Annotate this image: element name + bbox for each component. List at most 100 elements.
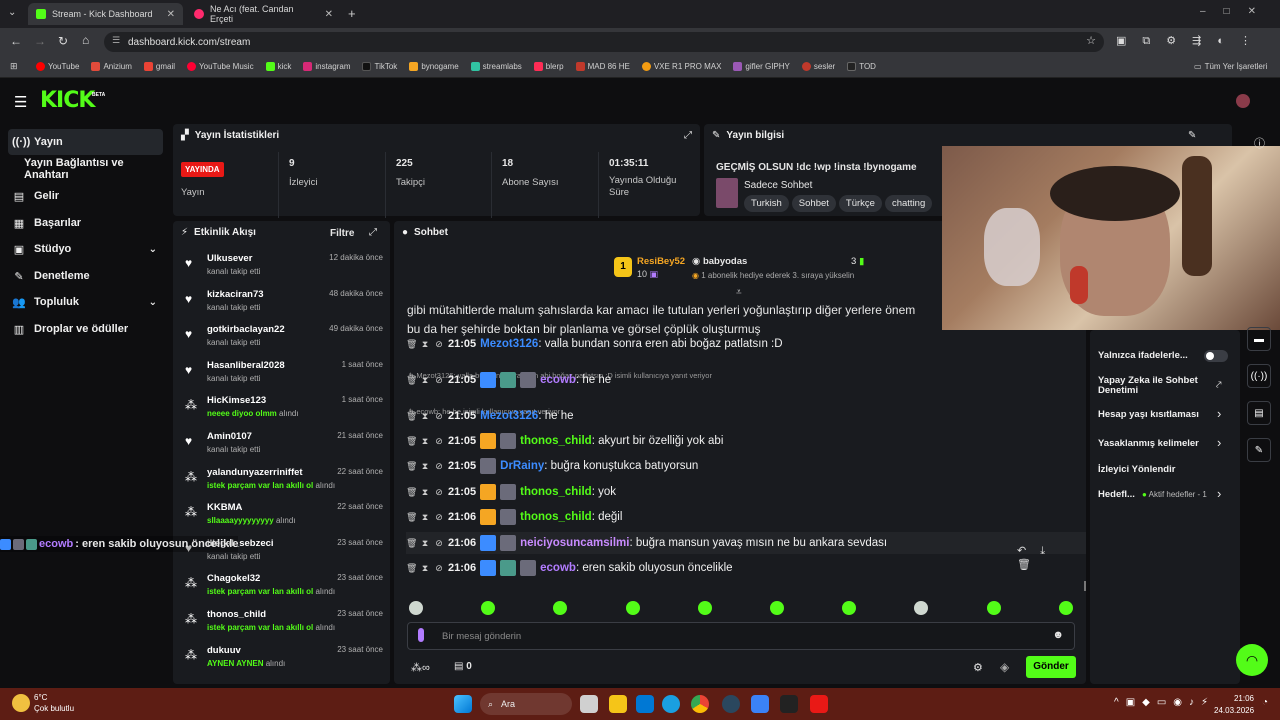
bookmark-tod[interactable]: TOD xyxy=(847,62,876,71)
new-tab-icon[interactable]: + xyxy=(348,6,356,21)
all-bookmarks[interactable]: ▭ Tüm Yer İşaretleri xyxy=(1194,62,1267,71)
message-user[interactable]: thonos_child xyxy=(520,435,592,447)
ban-icon[interactable]: ⊘ xyxy=(434,538,444,549)
reload-icon[interactable]: ↻ xyxy=(58,34,68,48)
delete-icon[interactable]: 🗑 xyxy=(406,436,417,447)
kick-logo[interactable]: KICK xyxy=(40,88,95,113)
emote-icon[interactable] xyxy=(625,601,640,615)
close-icon[interactable]: ✕ xyxy=(167,9,175,20)
message-user[interactable]: neiciyosuncamsilmi xyxy=(520,537,629,549)
ban-icon[interactable]: ⊘ xyxy=(434,512,444,523)
setting-emote-only[interactable]: Yalnızca ifadelerle... xyxy=(1098,350,1188,361)
sidebar-item-topluluk[interactable]: 👥 Topluluk ⌄ xyxy=(8,289,163,315)
clock[interactable]: 21:06 24.03.2026 xyxy=(1214,694,1254,715)
activity-item[interactable]: ⁂ dukuuv AYNEN AYNEN alındı 23 saat önce xyxy=(181,643,383,679)
timeout-icon[interactable]: ⧗ xyxy=(420,461,430,472)
bookmark-sesler[interactable]: sesler xyxy=(801,62,835,71)
chevron-right-icon[interactable]: › xyxy=(1217,406,1221,421)
sidebar-item-denetleme[interactable]: ✎ Denetleme xyxy=(8,263,163,289)
bookmark-mad86[interactable]: MAD 86 HE xyxy=(575,62,630,71)
epic-games-icon[interactable] xyxy=(780,695,798,713)
delete-icon[interactable]: 🗑 xyxy=(406,538,417,549)
setting-raid[interactable]: İzleyici Yönlendir xyxy=(1098,464,1175,475)
obs-record-icon[interactable] xyxy=(810,695,828,713)
delete-icon[interactable]: 🗑 xyxy=(406,411,417,422)
sidebar-item-yayin[interactable]: ((·)) Yayın xyxy=(8,129,163,155)
message-user[interactable]: thonos_child xyxy=(520,486,592,498)
gear-icon[interactable]: ⚙ xyxy=(973,661,983,674)
info-icon[interactable]: ⓘ xyxy=(1254,135,1265,151)
message-user[interactable]: Mezot3126 xyxy=(480,410,538,422)
chat-message[interactable]: 🗑 ⧗ ⊘ 21:06 thonos_child: değil xyxy=(406,506,1086,528)
system-tray-icons[interactable]: ^▣◆▭◉♪⚡ xyxy=(1114,697,1215,708)
setting-ai-moderation[interactable]: Yapay Zeka ile Sohbet Denetimi xyxy=(1098,376,1208,396)
chat-input[interactable]: Bir mesaj gönderin ☻ xyxy=(407,622,1075,650)
points-display[interactable]: ▤ 0 xyxy=(454,661,472,672)
timeout-icon[interactable]: ⧗ xyxy=(420,538,430,549)
window-controls-icon[interactable]: –□✕ xyxy=(1200,6,1274,17)
chat-message[interactable]: 🗑 ⧗ ⊘ 21:06 neiciyosuncamsilmi: buğra mansun… xyxy=(406,532,1086,554)
microphone-icon[interactable] xyxy=(418,628,424,642)
chat-message[interactable]: 🗑 ⧗ ⊘ 21:05 thonos_child: yok xyxy=(406,481,1086,503)
expand-icon[interactable]: ⤢ xyxy=(684,130,692,141)
activity-item[interactable]: ♥ Hasanliberal2028 kanalı takip etti 1 saat… xyxy=(181,358,383,394)
support-chat-button[interactable]: ◠ xyxy=(1236,644,1268,676)
edge-icon[interactable] xyxy=(662,695,680,713)
bookmark-bynogame[interactable]: bynogame xyxy=(409,62,459,71)
weather-icon[interactable] xyxy=(12,694,30,712)
timeout-icon[interactable]: ⧗ xyxy=(420,436,430,447)
tab-music[interactable]: Ne Acı (feat. Candan Erçeti ✕ xyxy=(186,3,341,25)
apps-grid-icon[interactable]: ⊞ xyxy=(10,61,18,72)
mail-icon[interactable] xyxy=(636,695,654,713)
tab-search-icon[interactable]: ⌄ xyxy=(8,7,16,18)
sidebar-item-gelir[interactable]: ▤ Gelir xyxy=(8,183,163,209)
send-button[interactable]: Gönder xyxy=(1026,656,1076,678)
bookmark-kick[interactable]: kick xyxy=(265,62,291,71)
delete-icon[interactable]: 🗑 xyxy=(406,487,417,498)
setting-account-age[interactable]: Hesap yaşı kısıtlaması xyxy=(1098,409,1199,420)
bookmark-youtube[interactable]: YouTube xyxy=(36,62,79,71)
bookmark-streamlabs[interactable]: streamlabs xyxy=(470,62,522,71)
message-user[interactable]: DrRainy xyxy=(500,460,544,472)
ban-icon[interactable]: ⊘ xyxy=(434,461,444,472)
activity-item[interactable]: ⁂ HicKimse123 neeee diyoo olmm alındı 1 saa… xyxy=(181,393,383,429)
delete-icon[interactable]: 🗑 xyxy=(406,375,417,386)
message-user[interactable]: ecowb xyxy=(540,374,576,386)
site-info-icon[interactable]: ☰ xyxy=(112,35,120,46)
external-link-icon[interactable]: ⤤ xyxy=(1216,380,1222,391)
chat-message[interactable]: 🗑 ⧗ ⊘ 21:05 Mezot3126: valla bundan sonra er… xyxy=(406,333,1086,355)
task-view-icon[interactable] xyxy=(580,695,598,713)
emote-icon[interactable] xyxy=(409,601,423,615)
timeout-icon[interactable]: ⧗ xyxy=(420,411,430,422)
screen-tool-button[interactable]: ▤ xyxy=(1247,401,1271,425)
message-user[interactable]: Mezot3126 xyxy=(480,338,538,350)
emoji-icon[interactable]: ☻ xyxy=(1052,629,1064,641)
ban-icon[interactable]: ⊘ xyxy=(434,339,444,350)
forward-icon[interactable]: → xyxy=(34,34,46,48)
taskbar-search[interactable]: ⌕ Ara xyxy=(480,693,572,715)
setting-goals[interactable]: Hedefl... xyxy=(1098,489,1135,500)
home-icon[interactable]: ⌂ xyxy=(82,33,89,47)
chat-message[interactable]: 🗑 ⧗ ⊘ 21:05 thonos_child: akyurt bir özelliğ… xyxy=(406,430,1086,452)
chat-message[interactable]: 🗑 ⧗ ⊘ 21:05 Mezot3126: he he xyxy=(406,405,1086,427)
activity-item[interactable]: ⁂ Chagokel32 istek parçam var lan akıllı o… xyxy=(181,571,383,607)
activity-item[interactable]: ⁂ thonos_child istek parçam var lan akıllı… xyxy=(181,607,383,643)
broadcast-tool-button[interactable]: ((·)) xyxy=(1247,364,1271,388)
sidebar-item-studyo[interactable]: ▣ Stüdyo ⌄ xyxy=(8,236,163,262)
gift-sub-icon[interactable]: ◈ xyxy=(1000,660,1009,674)
app-icon[interactable] xyxy=(751,695,769,713)
ban-icon[interactable]: ⊘ xyxy=(434,436,444,447)
file-explorer-icon[interactable] xyxy=(609,695,627,713)
activity-item[interactable]: ♥ kizkaciran73 kanalı takip etti 48 dakika … xyxy=(181,287,383,323)
delete-icon[interactable]: 🗑 xyxy=(406,563,417,574)
filter-button[interactable]: Filtre xyxy=(330,228,354,239)
sidebar-item-basarilar[interactable]: ▦ Başarılar xyxy=(8,210,163,236)
chevron-right-icon[interactable]: › xyxy=(1217,486,1221,501)
activity-item[interactable]: ⁂ KKBMA sllaaaayyyyyyyyy alındı 22 saat önc… xyxy=(181,500,383,536)
url-field[interactable]: ☰ dashboard.kick.com/stream ☆ xyxy=(104,32,1104,52)
delete-icon[interactable]: 🗑 xyxy=(406,339,417,350)
bookmark-vxe[interactable]: VXE R1 PRO MAX xyxy=(641,62,721,71)
chat-tool-button[interactable]: ▬ xyxy=(1247,327,1271,351)
sidebar-item-stream-key[interactable]: Yayın Bağlantısı ve Anahtarı xyxy=(8,156,163,182)
bookmark-giphy[interactable]: gifler GIPHY xyxy=(733,62,790,71)
